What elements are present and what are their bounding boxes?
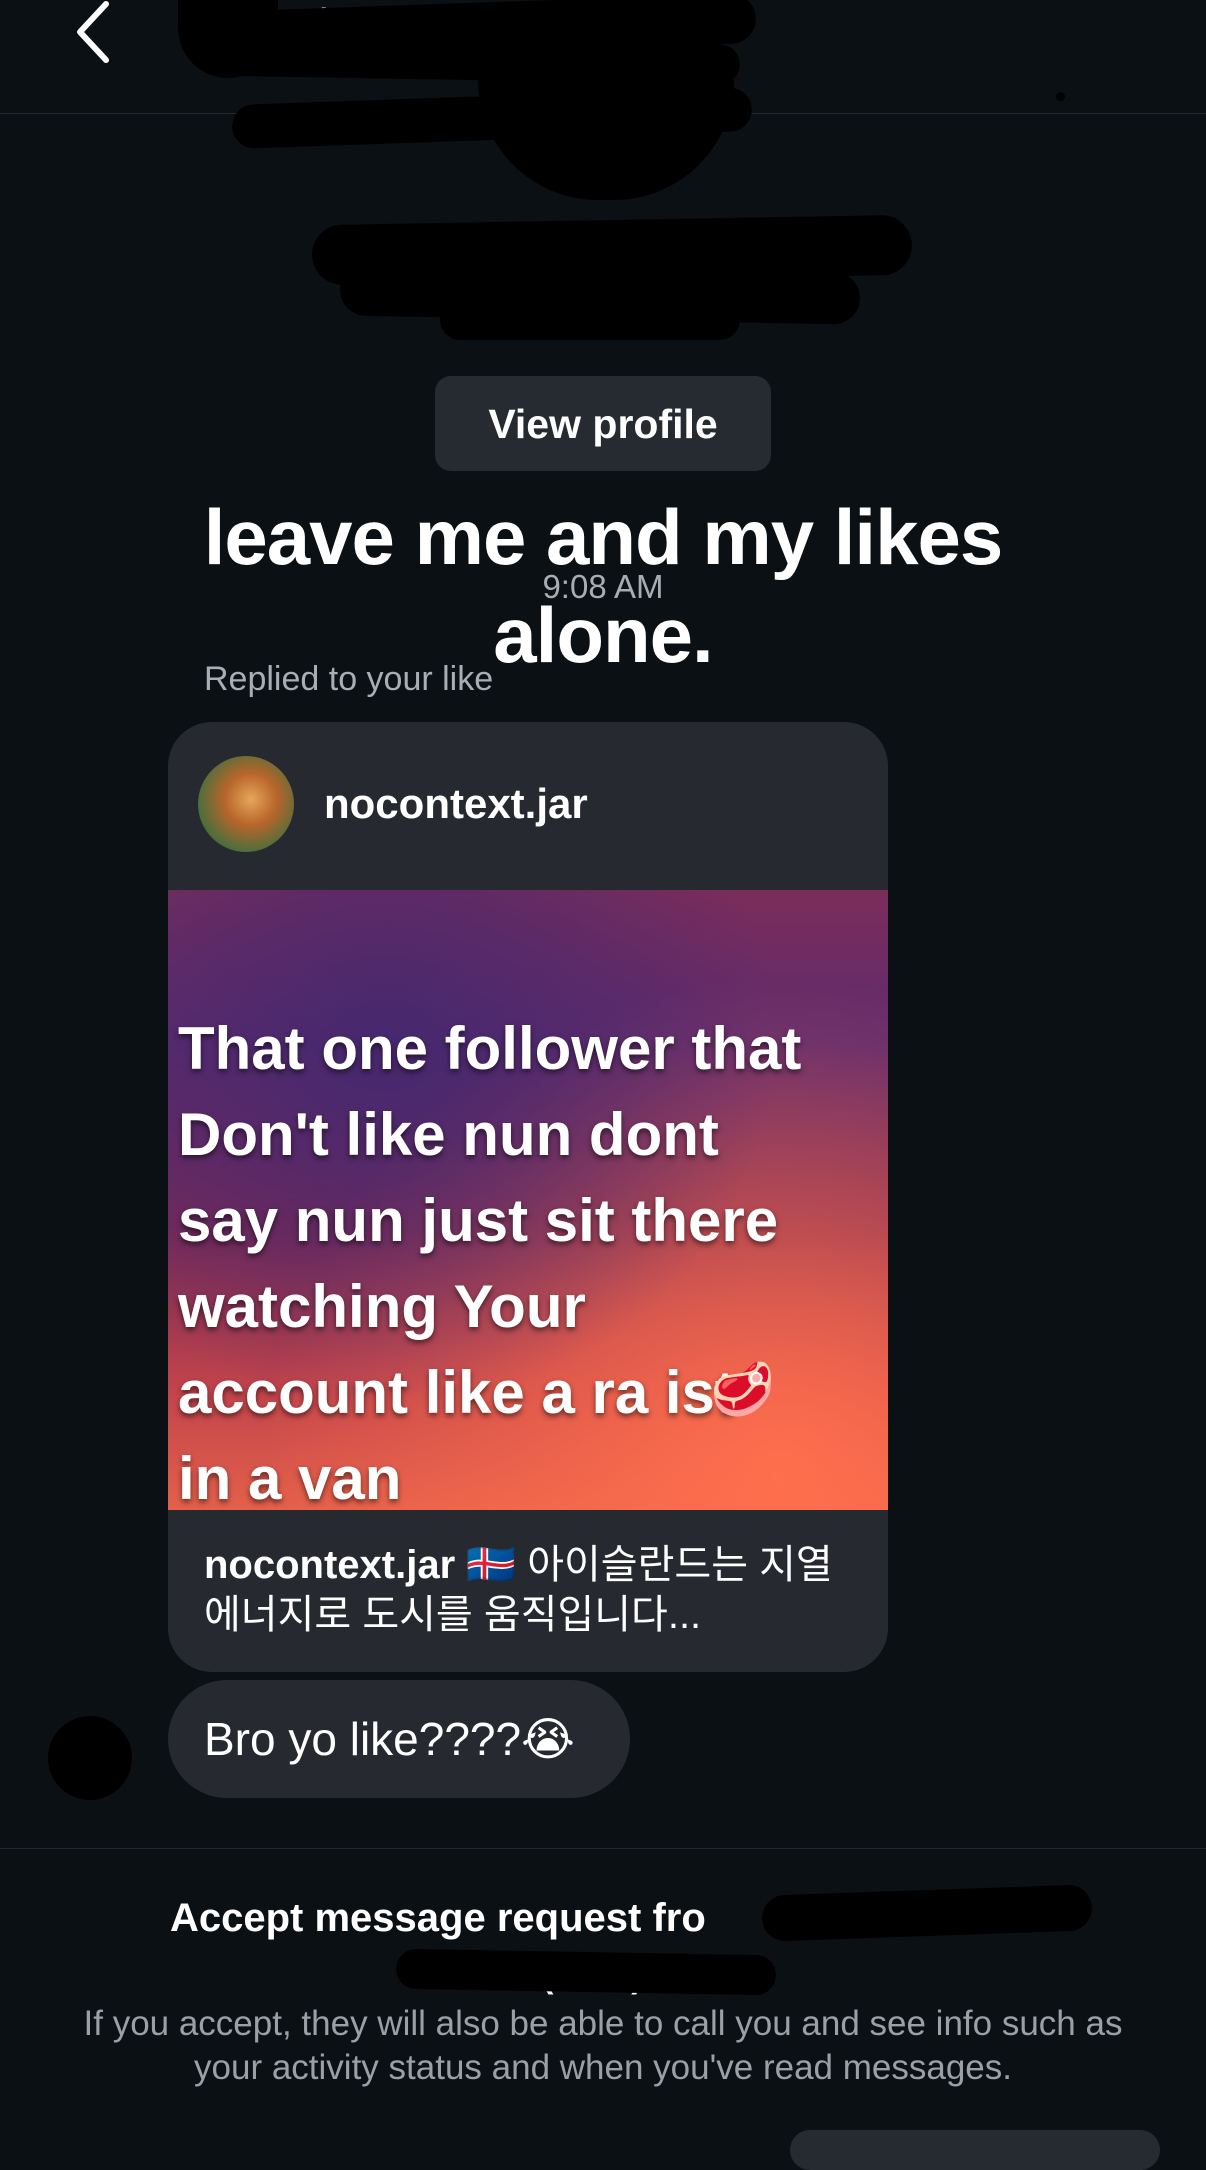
sender-avatar[interactable]: [48, 1716, 132, 1800]
profile-photo[interactable]: [478, 80, 734, 200]
accept-request-description: If you accept, they will also be able to…: [83, 2004, 1123, 2087]
redaction-scribble: [395, 1948, 777, 1996]
post-username[interactable]: nocontext.jar: [324, 780, 588, 828]
redaction-scribble: [761, 1884, 1093, 1942]
meat-sticker-icon: 🥩: [710, 1361, 775, 1419]
caption-overlay-text: leave me and my likes alone.: [203, 493, 1004, 679]
divider: [0, 1848, 1206, 1849]
replied-label: Replied to your like: [204, 660, 494, 698]
post-caption: nocontext.jar 🇮🇸 아이슬란드는 지열 에너지로 도시를 움직입니…: [204, 1540, 854, 1640]
message-text: Bro yo like????😭: [204, 1713, 575, 1765]
back-button[interactable]: [70, 0, 130, 65]
status-dot: [1056, 92, 1065, 101]
post-image[interactable]: That one follower that Don't like nun do…: [168, 890, 888, 1510]
accept-button[interactable]: [790, 2130, 1160, 2170]
caption-username: nocontext.jar: [204, 1543, 456, 1587]
view-profile-button[interactable]: View profile: [435, 376, 771, 471]
redaction-scribble: [440, 300, 740, 340]
chevron-left-icon: [77, 1, 109, 63]
post-author-avatar[interactable]: [198, 756, 294, 852]
post-image-text: That one follower that Don't like nun do…: [178, 1015, 802, 1510]
